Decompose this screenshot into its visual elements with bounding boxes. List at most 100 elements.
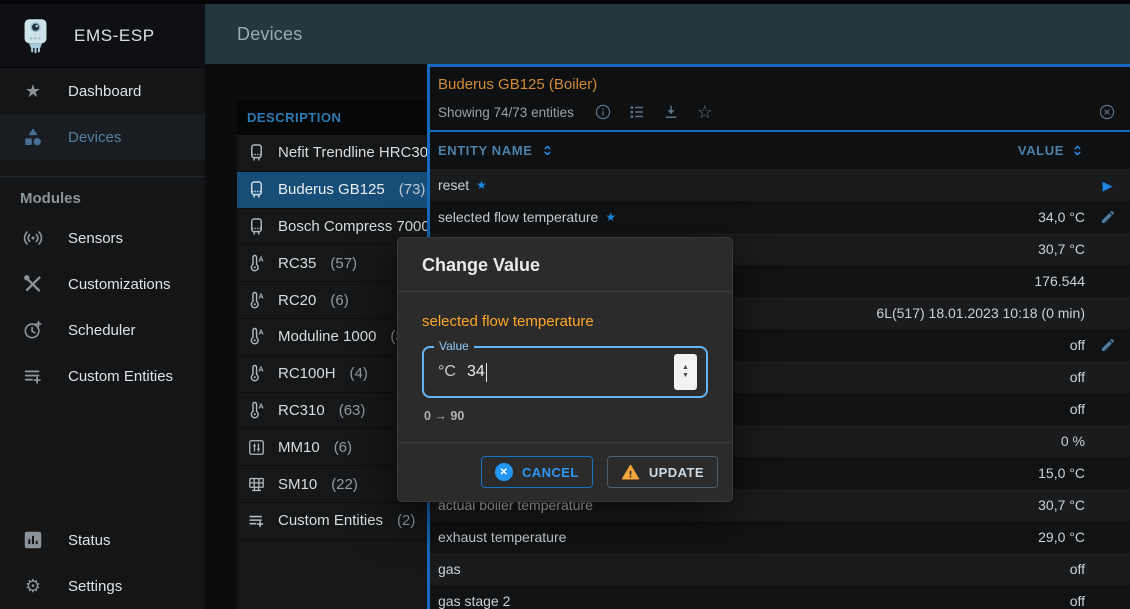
device-label: RC35 (278, 255, 316, 272)
star-outline-icon[interactable]: ☆ (696, 103, 714, 121)
sidebar-item[interactable]: Sensors (0, 215, 205, 261)
warning-triangle-icon (621, 463, 640, 482)
sort-entity-name-icon[interactable] (540, 143, 555, 158)
sort-value-icon[interactable] (1070, 143, 1085, 158)
topbar: Devices (205, 4, 1130, 64)
entity-value: 30,7 °C (1038, 497, 1085, 513)
sidebar-item-label: Custom Entities (68, 368, 173, 385)
sidebar-item-label: Devices (68, 129, 121, 146)
showing-entities-count: Showing 74/73 entities (438, 105, 574, 120)
svg-text:A: A (258, 366, 263, 374)
entity-row[interactable]: gas stage 2 ★ off (430, 585, 1130, 609)
device-label: Moduline 1000 (278, 328, 376, 345)
text-cursor (486, 363, 488, 382)
list-view-icon[interactable] (628, 103, 646, 121)
value-input[interactable]: Value °C 34 ▲▼ (422, 346, 708, 398)
entity-value: 29,0 °C (1038, 529, 1085, 545)
device-entity-count: (73) (399, 181, 426, 198)
entity-action (1085, 337, 1130, 353)
entity-name: selected flow temperature (438, 209, 598, 225)
device-entity-count: (63) (339, 402, 366, 419)
entity-value: 30,7 °C (1038, 241, 1085, 257)
entity-action (1085, 561, 1130, 577)
sidebar-item[interactable]: ⚙ Settings (0, 563, 205, 609)
clock-plus-icon (22, 319, 44, 341)
sidebar-item[interactable]: Custom Entities (0, 353, 205, 399)
entity-name: gas (438, 561, 461, 577)
info-icon[interactable] (594, 103, 612, 121)
cancel-x-icon: ✕ (495, 463, 513, 481)
device-label: RC100H (278, 365, 336, 382)
device-row[interactable]: Nefit Trendline HRC30/C (237, 135, 427, 172)
entity-row[interactable]: gas ★ off (430, 553, 1130, 585)
thermostat-icon: A (247, 327, 266, 346)
app-name: EMS-ESP (74, 26, 155, 46)
value-input-text[interactable]: 34 (467, 363, 485, 381)
device-label: MM10 (278, 439, 320, 456)
device-label: SM10 (278, 476, 317, 493)
play-icon[interactable]: ▶ (1100, 177, 1116, 193)
sidebar-item[interactable]: ★ Dashboard (0, 68, 205, 114)
entity-action (1085, 305, 1130, 321)
thermostat-icon: A (247, 254, 266, 273)
entity-value: 6L(517) 18.01.2023 10:18 (0 min) (876, 305, 1085, 321)
cancel-button[interactable]: ✕ CANCEL (481, 456, 593, 488)
star-icon: ★ (22, 80, 44, 102)
entity-name: exhaust temperature (438, 529, 566, 545)
device-entity-count: (57) (330, 255, 357, 272)
entity-name-column-header: ENTITY NAME (438, 143, 532, 158)
device-entity-count: (22) (331, 476, 358, 493)
entity-action (1085, 433, 1130, 449)
entity-row[interactable]: exhaust temperature ★ 29,0 °C (430, 521, 1130, 553)
dialog-body: selected flow temperature Value °C 34 ▲▼… (398, 292, 732, 423)
sidebar-item-label: Status (68, 532, 111, 549)
tools-icon (22, 273, 44, 295)
entity-row[interactable]: selected flow temperature ★ 34,0 °C (430, 201, 1130, 233)
entity-value: 176.544 (1034, 273, 1085, 289)
bar-chart-icon (22, 529, 44, 551)
change-value-dialog: Change Value selected flow temperature V… (397, 237, 733, 502)
entity-panel-title: Buderus GB125 (Boiler) (430, 67, 1130, 96)
svg-text:A: A (258, 329, 263, 337)
thermostat-icon: A (247, 291, 266, 310)
dialog-title: Change Value (398, 238, 732, 291)
device-label: Bosch Compress 7000i (278, 218, 427, 235)
sidebar-modules-nav: Sensors Customizations Scheduler Custom … (0, 215, 205, 399)
update-button[interactable]: UPDATE (607, 456, 718, 488)
boiler-icon (247, 143, 266, 162)
entity-name: reset (438, 177, 469, 193)
gear-icon: ⚙ (22, 575, 44, 597)
playlist-add-icon (22, 365, 44, 387)
thermostat-icon: A (247, 401, 266, 420)
entity-row[interactable]: reset ★ ▶ (430, 169, 1130, 201)
modules-section-header: Modules (0, 177, 205, 215)
value-input-label: Value (434, 339, 474, 353)
entity-action: ▶ (1085, 177, 1130, 193)
entity-action (1085, 465, 1130, 481)
device-entity-count: (2) (397, 512, 415, 529)
entity-value: 15,0 °C (1038, 465, 1085, 481)
entity-value: off (1070, 369, 1085, 385)
edit-icon[interactable] (1100, 209, 1116, 225)
solar-icon (247, 475, 266, 494)
device-row[interactable]: Buderus GB125 (73) (237, 172, 427, 209)
device-label: Custom Entities (278, 512, 383, 529)
sidebar-item[interactable]: Devices (0, 114, 205, 160)
sidebar-item[interactable]: Status (0, 517, 205, 563)
sidebar-item[interactable]: Scheduler (0, 307, 205, 353)
close-icon[interactable] (1098, 103, 1116, 121)
device-row[interactable]: Custom Entities (2) (237, 503, 427, 540)
number-stepper[interactable]: ▲▼ (674, 354, 697, 390)
device-label: RC20 (278, 292, 316, 309)
download-icon[interactable] (662, 103, 680, 121)
sidebar-item-label: Scheduler (68, 322, 136, 339)
entity-value: off (1070, 593, 1085, 609)
dialog-footer: ✕ CANCEL UPDATE (398, 443, 732, 501)
edit-icon[interactable] (1100, 337, 1116, 353)
device-label: Buderus GB125 (278, 181, 385, 198)
entity-action (1085, 593, 1130, 609)
sidebar-item[interactable]: Customizations (0, 261, 205, 307)
field-name-label: selected flow temperature (422, 313, 708, 330)
playlist-add-icon (247, 511, 266, 530)
page-title: Devices (237, 24, 302, 45)
